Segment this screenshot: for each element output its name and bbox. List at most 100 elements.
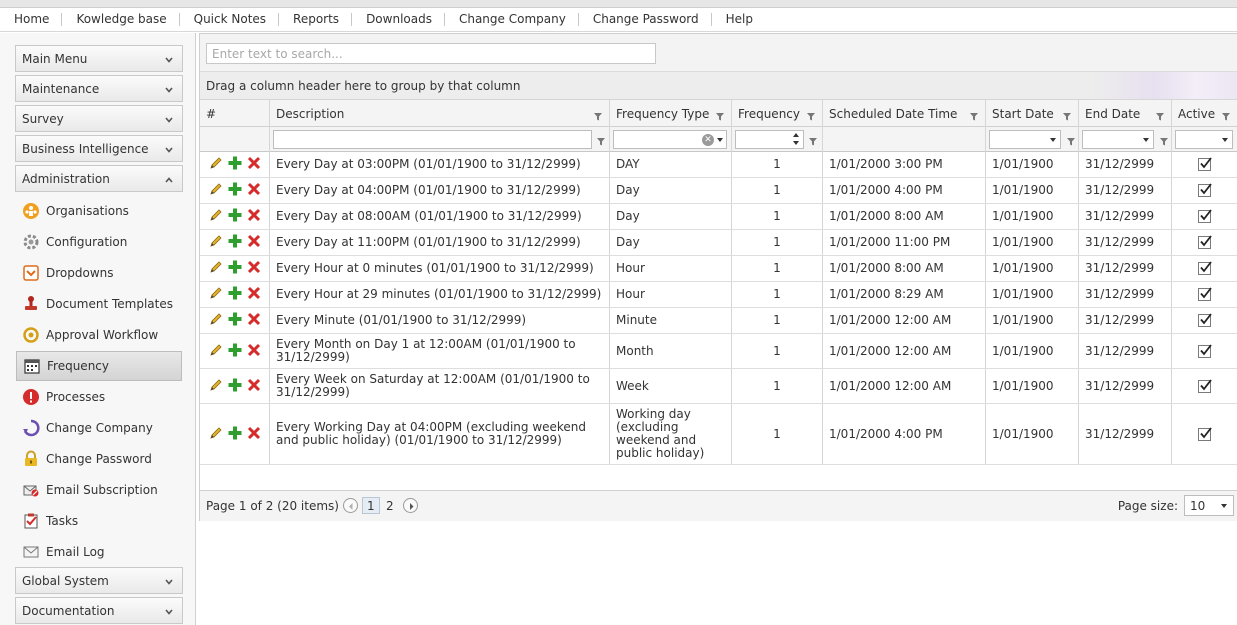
column-header-active[interactable]: Active <box>1172 100 1237 127</box>
delete-icon[interactable] <box>246 181 262 200</box>
table-row[interactable]: Every Hour at 29 minutes (01/01/1900 to … <box>200 282 1237 308</box>
delete-icon[interactable] <box>246 233 262 252</box>
filter-icon[interactable] <box>1160 135 1168 146</box>
active-checkbox[interactable] <box>1198 378 1212 393</box>
active-checkbox[interactable] <box>1198 313 1212 327</box>
next-page-icon[interactable] <box>403 498 418 513</box>
add-icon[interactable] <box>227 377 243 396</box>
frequency-type-filter-select[interactable]: ✕ <box>613 130 727 149</box>
nav-quick-notes[interactable]: Quick Notes <box>180 13 280 26</box>
column-header-start-date[interactable]: Start Date <box>986 100 1079 127</box>
table-row[interactable]: Every Working Day at 04:00PM (excluding … <box>200 404 1237 465</box>
table-row[interactable]: Every Month on Day 1 at 12:00AM (01/01/1… <box>200 334 1237 369</box>
page-1-button[interactable]: 1 <box>362 497 380 514</box>
edit-icon[interactable] <box>208 233 224 252</box>
start-date-filter-select[interactable] <box>989 130 1061 149</box>
sidebar-item-change-company[interactable]: Change Company <box>16 413 182 443</box>
filter-icon[interactable] <box>1067 135 1075 146</box>
sidebar-item-email-log[interactable]: Email Log <box>16 537 182 567</box>
end-date-filter-select[interactable] <box>1082 130 1154 149</box>
delete-icon[interactable] <box>246 342 262 361</box>
active-checkbox[interactable] <box>1198 183 1212 197</box>
active-checkbox[interactable] <box>1198 287 1212 301</box>
column-header-hash[interactable]: # <box>200 100 270 127</box>
spin-down-icon[interactable] <box>793 141 799 145</box>
add-icon[interactable] <box>227 342 243 361</box>
edit-icon[interactable] <box>208 311 224 330</box>
filter-icon[interactable] <box>716 110 724 121</box>
sidebar-item-tasks[interactable]: Tasks <box>16 506 182 536</box>
edit-icon[interactable] <box>208 181 224 200</box>
nav-downloads[interactable]: Downloads <box>352 13 445 26</box>
delete-icon[interactable] <box>246 425 262 444</box>
sidebar-item-processes[interactable]: Processes <box>16 382 182 412</box>
add-icon[interactable] <box>227 207 243 226</box>
page-size-select[interactable]: 10 <box>1184 495 1234 516</box>
clear-icon[interactable]: ✕ <box>702 134 714 146</box>
edit-icon[interactable] <box>208 425 224 444</box>
edit-icon[interactable] <box>208 207 224 226</box>
column-header-description[interactable]: Description <box>270 100 610 127</box>
add-icon[interactable] <box>227 259 243 278</box>
search-input[interactable] <box>206 43 656 64</box>
active-filter-select[interactable] <box>1175 130 1233 149</box>
filter-icon[interactable] <box>807 110 815 121</box>
add-icon[interactable] <box>227 285 243 304</box>
edit-icon[interactable] <box>208 377 224 396</box>
page-2-button[interactable]: 2 <box>382 497 398 514</box>
table-row[interactable]: Every Day at 03:00PM (01/01/1900 to 31/1… <box>200 152 1237 178</box>
filter-icon[interactable] <box>1156 110 1164 121</box>
column-header-frequency-type[interactable]: Frequency Type <box>610 100 732 127</box>
table-row[interactable]: Every Day at 08:00AM (01/01/1900 to 31/1… <box>200 204 1237 230</box>
description-filter-input[interactable] <box>273 130 592 149</box>
sidebar-item-document-templates[interactable]: Document Templates <box>16 289 182 319</box>
menu-header-main-menu[interactable]: Main Menu <box>15 45 183 72</box>
menu-header-documentation[interactable]: Documentation <box>15 597 183 624</box>
nav-change-password[interactable]: Change Password <box>579 13 712 26</box>
delete-icon[interactable] <box>246 285 262 304</box>
add-icon[interactable] <box>227 233 243 252</box>
add-icon[interactable] <box>227 425 243 444</box>
edit-icon[interactable] <box>208 259 224 278</box>
table-row[interactable]: Every Week on Saturday at 12:00AM (01/01… <box>200 369 1237 404</box>
delete-icon[interactable] <box>246 259 262 278</box>
sidebar-item-organisations[interactable]: Organisations <box>16 196 182 226</box>
filter-icon[interactable] <box>1222 110 1230 121</box>
active-checkbox[interactable] <box>1198 209 1212 223</box>
edit-icon[interactable] <box>208 342 224 361</box>
add-icon[interactable] <box>227 155 243 174</box>
menu-header-administration[interactable]: Administration <box>15 165 183 192</box>
sidebar-item-change-password[interactable]: Change Password <box>16 444 182 474</box>
sidebar-item-dropdowns[interactable]: Dropdowns <box>16 258 182 288</box>
menu-header-maintenance[interactable]: Maintenance <box>15 75 183 102</box>
column-header-frequency[interactable]: Frequency <box>732 100 823 127</box>
active-checkbox[interactable] <box>1198 343 1212 358</box>
nav-change-company[interactable]: Change Company <box>445 13 579 26</box>
nav-home[interactable]: Home <box>0 13 63 26</box>
column-header-end-date[interactable]: End Date <box>1079 100 1172 127</box>
add-icon[interactable] <box>227 311 243 330</box>
sidebar-item-approval-workflow[interactable]: Approval Workflow <box>16 320 182 350</box>
active-checkbox[interactable] <box>1198 261 1212 275</box>
edit-icon[interactable] <box>208 155 224 174</box>
add-icon[interactable] <box>227 181 243 200</box>
delete-icon[interactable] <box>246 207 262 226</box>
spin-up-icon[interactable] <box>793 133 799 137</box>
nav-kowledge-base[interactable]: Kowledge base <box>62 13 180 26</box>
filter-icon[interactable] <box>1063 110 1071 121</box>
edit-icon[interactable] <box>208 285 224 304</box>
active-checkbox[interactable] <box>1198 426 1212 441</box>
filter-icon[interactable] <box>809 135 817 146</box>
delete-icon[interactable] <box>246 311 262 330</box>
nav-reports[interactable]: Reports <box>279 13 353 26</box>
delete-icon[interactable] <box>246 155 262 174</box>
nav-help[interactable]: Help <box>712 13 765 26</box>
frequency-filter-spinner[interactable] <box>735 130 804 149</box>
table-row[interactable]: Every Minute (01/01/1900 to 31/12/2999) M… <box>200 308 1237 334</box>
filter-icon[interactable] <box>594 110 602 121</box>
prev-page-icon[interactable] <box>343 498 358 513</box>
table-row[interactable]: Every Day at 11:00PM (01/01/1900 to 31/1… <box>200 230 1237 256</box>
filter-icon[interactable] <box>970 110 978 121</box>
menu-header-survey[interactable]: Survey <box>15 105 183 132</box>
active-checkbox[interactable] <box>1198 157 1212 171</box>
